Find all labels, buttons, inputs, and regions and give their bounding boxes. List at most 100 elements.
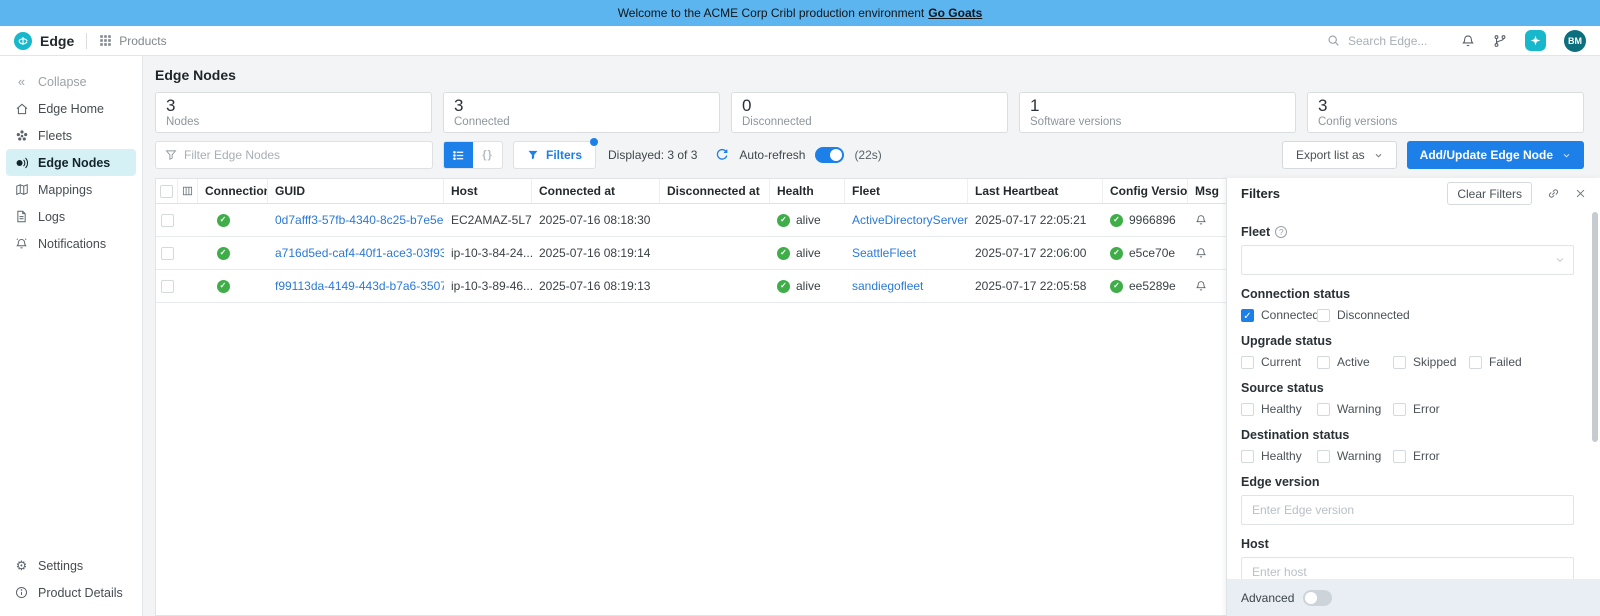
sidebar-item-logs[interactable]: Logs bbox=[0, 203, 142, 230]
products-menu[interactable]: Products bbox=[99, 34, 166, 48]
health-ok-icon bbox=[777, 247, 790, 260]
col-header-host[interactable]: Host bbox=[444, 179, 532, 203]
copy-link-icon[interactable] bbox=[1547, 187, 1560, 200]
stat-label: Disconnected bbox=[742, 116, 997, 129]
col-header-fleet[interactable]: Fleet bbox=[845, 179, 968, 203]
checkbox-source-warning[interactable]: Warning bbox=[1317, 402, 1393, 416]
msg-bell-icon[interactable] bbox=[1195, 280, 1207, 292]
edge-version-input[interactable] bbox=[1241, 495, 1574, 525]
checkbox-disconnected[interactable]: Disconnected bbox=[1317, 308, 1410, 322]
fleet-select[interactable] bbox=[1241, 245, 1574, 275]
fleet-link[interactable]: SeattleFleet bbox=[852, 246, 916, 260]
list-icon bbox=[452, 149, 465, 162]
guid-link[interactable]: a716d5ed-caf4-40f1-ace3-03f93... bbox=[275, 246, 444, 260]
filter-edge-nodes-input[interactable] bbox=[184, 148, 423, 162]
close-icon[interactable] bbox=[1575, 188, 1586, 199]
health-ok-icon bbox=[777, 214, 790, 227]
clear-filters-button[interactable]: Clear Filters bbox=[1447, 182, 1532, 205]
sidebar-item-edge-home[interactable]: Edge Home bbox=[0, 95, 142, 122]
checkbox-destination-healthy[interactable]: Healthy bbox=[1241, 449, 1317, 463]
checkbox-skipped[interactable]: Skipped bbox=[1393, 355, 1469, 369]
health-ok-icon bbox=[777, 280, 790, 293]
sidebar-spacer bbox=[0, 257, 142, 552]
stat-card-connected[interactable]: 3 Connected bbox=[443, 92, 720, 133]
user-avatar[interactable]: BM bbox=[1564, 30, 1586, 52]
col-header-config-version[interactable]: Config Version bbox=[1103, 179, 1188, 203]
row-checkbox[interactable] bbox=[161, 247, 174, 260]
row-checkbox[interactable] bbox=[161, 214, 174, 227]
nav-right: BM bbox=[1327, 30, 1586, 52]
fleet-link[interactable]: sandiegofleet bbox=[852, 279, 923, 293]
sidebar-item-notifications[interactable]: Notifications bbox=[0, 230, 142, 257]
checkbox-active[interactable]: Active bbox=[1317, 355, 1393, 369]
connected-status-icon bbox=[217, 214, 230, 227]
page-title: Edge Nodes bbox=[155, 67, 1584, 83]
msg-bell-icon[interactable] bbox=[1195, 247, 1207, 259]
json-view-button[interactable]: {} bbox=[473, 142, 502, 168]
filters-panel-scrollbar[interactable] bbox=[1592, 212, 1598, 442]
sidebar-item-product-details[interactable]: Product Details bbox=[0, 579, 142, 606]
banner-link[interactable]: Go Goats bbox=[928, 6, 982, 20]
col-header-health[interactable]: Health bbox=[770, 179, 845, 203]
checkbox-source-error[interactable]: Error bbox=[1393, 402, 1440, 416]
stats-cards: 3 Nodes 3 Connected 0 Disconnected 1 Sof… bbox=[155, 92, 1584, 133]
brand-name: Edge bbox=[40, 33, 74, 49]
checkbox-destination-warning[interactable]: Warning bbox=[1317, 449, 1393, 463]
filters-panel-body: Fleet ? Connection status Connected Disc… bbox=[1227, 209, 1600, 579]
connected-status-icon bbox=[217, 247, 230, 260]
host-filter-input[interactable] bbox=[1241, 557, 1574, 579]
checkbox-destination-error[interactable]: Error bbox=[1393, 449, 1440, 463]
chevron-down-icon bbox=[1555, 255, 1565, 265]
checkbox-label: Error bbox=[1413, 402, 1440, 416]
add-update-edge-node-button[interactable]: Add/Update Edge Node bbox=[1407, 141, 1584, 169]
sidebar-collapse[interactable]: « Collapse bbox=[0, 68, 142, 95]
last-heartbeat-cell: 2025-07-17 22:06:00 bbox=[968, 246, 1103, 260]
checkbox-current[interactable]: Current bbox=[1241, 355, 1317, 369]
gear-icon: ⚙ bbox=[14, 559, 29, 572]
sidebar-item-fleets[interactable]: Fleets bbox=[0, 122, 142, 149]
git-branch-icon[interactable] bbox=[1493, 34, 1507, 48]
col-header-msg[interactable]: Msg bbox=[1188, 179, 1226, 203]
global-search[interactable] bbox=[1327, 34, 1443, 48]
checkbox-source-healthy[interactable]: Healthy bbox=[1241, 402, 1317, 416]
export-list-button[interactable]: Export list as bbox=[1282, 141, 1397, 169]
col-header-last-heartbeat[interactable]: Last Heartbeat bbox=[968, 179, 1103, 203]
fleet-link[interactable]: ActiveDirectoryServers bbox=[852, 213, 968, 227]
guid-link[interactable]: f99113da-4149-443d-b7a6-3507... bbox=[275, 279, 444, 293]
sidebar-item-edge-nodes[interactable]: Edge Nodes bbox=[6, 149, 136, 176]
table-row: 0d7afff3-57fb-4340-8c25-b7e5ec... EC2AMA… bbox=[156, 204, 1226, 237]
list-view-button[interactable] bbox=[444, 142, 473, 168]
filters-button[interactable]: Filters bbox=[513, 141, 596, 169]
assistant-sparkle-icon[interactable] bbox=[1525, 30, 1546, 51]
grid-icon bbox=[99, 34, 112, 47]
column-settings-icon[interactable] bbox=[178, 179, 198, 203]
col-header-connected-at[interactable]: Connected at bbox=[532, 179, 660, 203]
top-nav: Edge Products BM bbox=[0, 26, 1600, 56]
checkbox-label: Warning bbox=[1337, 449, 1381, 463]
col-header-disconnected-at[interactable]: Disconnected at bbox=[660, 179, 770, 203]
checkbox-failed[interactable]: Failed bbox=[1469, 355, 1522, 369]
stat-card-software-versions[interactable]: 1 Software versions bbox=[1019, 92, 1296, 133]
col-header-guid[interactable]: GUID bbox=[268, 179, 444, 203]
body-row: « Collapse Edge Home Fleets Edge Nodes bbox=[0, 56, 1600, 616]
sidebar-item-settings[interactable]: ⚙ Settings bbox=[0, 552, 142, 579]
stat-card-nodes[interactable]: 3 Nodes bbox=[155, 92, 432, 133]
guid-link[interactable]: 0d7afff3-57fb-4340-8c25-b7e5ec... bbox=[275, 213, 444, 227]
refresh-icon[interactable] bbox=[715, 148, 729, 162]
advanced-toggle[interactable] bbox=[1303, 590, 1332, 606]
stat-card-config-versions[interactable]: 3 Config versions bbox=[1307, 92, 1584, 133]
search-input[interactable] bbox=[1348, 34, 1443, 48]
add-node-label: Add/Update Edge Node bbox=[1420, 148, 1553, 162]
msg-bell-icon[interactable] bbox=[1195, 214, 1207, 226]
col-header-connection[interactable]: Connection bbox=[198, 179, 268, 203]
fleet-filter-label-text: Fleet bbox=[1241, 225, 1270, 239]
help-icon[interactable]: ? bbox=[1275, 226, 1287, 238]
autorefresh-toggle[interactable] bbox=[815, 147, 844, 163]
sidebar-item-mappings[interactable]: Mappings bbox=[0, 176, 142, 203]
checkbox-label: Healthy bbox=[1261, 449, 1302, 463]
row-checkbox[interactable] bbox=[161, 280, 174, 293]
checkbox-connected[interactable]: Connected bbox=[1241, 308, 1317, 322]
notifications-bell-icon[interactable] bbox=[1461, 34, 1475, 48]
select-all-checkbox[interactable] bbox=[160, 185, 173, 198]
stat-card-disconnected[interactable]: 0 Disconnected bbox=[731, 92, 1008, 133]
